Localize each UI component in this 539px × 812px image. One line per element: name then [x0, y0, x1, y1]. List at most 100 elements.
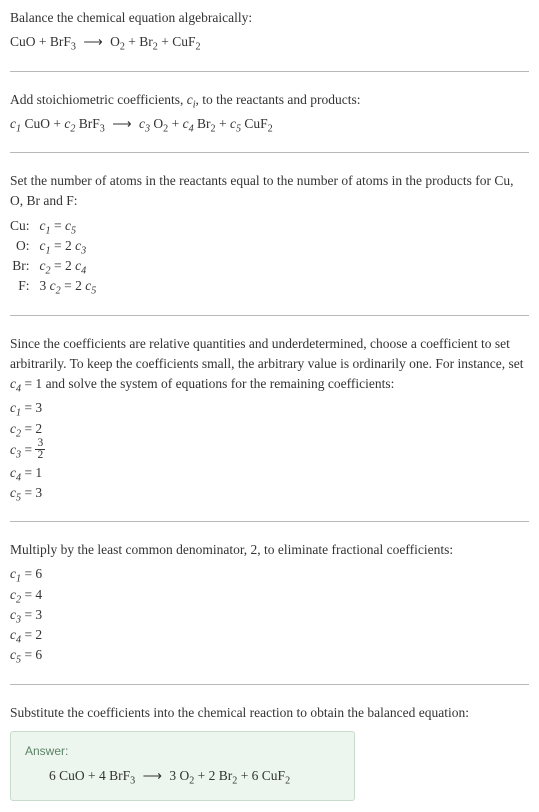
eq: = 2 [51, 238, 76, 253]
divider [10, 684, 529, 685]
step5-text: Multiply by the least common denominator… [10, 540, 529, 560]
cval: = [21, 442, 35, 457]
eq-r1: O [110, 34, 120, 49]
coeff-row: c2 = 4 [10, 585, 529, 605]
step2-text-b: , to the reactants and products: [196, 92, 361, 107]
plus: + [128, 34, 139, 49]
atom-label: O: [10, 236, 40, 256]
coeff-row: c4 = 2 [10, 625, 529, 645]
eq-r1-sub: 2 [120, 42, 125, 53]
ans-a: 6 CuO + 4 BrF [49, 768, 130, 783]
arrow-icon: ⟶ [139, 768, 166, 783]
step-multiply-lcd: Multiply by the least common denominator… [10, 540, 529, 684]
rhs-sub: 4 [81, 266, 86, 277]
atom-row-f: F: 3 c2 = 2 c5 [10, 276, 96, 296]
divider [10, 315, 529, 316]
cval: = 2 [21, 421, 42, 436]
step1-equation: CuO + BrF3 ⟶ O2 + Br2 + CuF2 [10, 32, 529, 52]
step2-text: Add stoichiometric coefficients, ci, to … [10, 90, 529, 110]
arrow-icon: ⟶ [108, 116, 135, 131]
step4-text-b: and solve the system of equations for th… [42, 376, 394, 391]
cval: = 1 [21, 465, 42, 480]
cval: = 3 [21, 400, 42, 415]
coeff-row: c5 = 3 [10, 483, 529, 503]
arrow-icon: ⟶ [79, 34, 106, 49]
eq-r3-sub: 2 [195, 42, 200, 53]
divider [10, 152, 529, 153]
sp4: Br [194, 116, 211, 131]
atom-row-br: Br: c2 = 2 c4 [10, 256, 96, 276]
step1-text: Balance the chemical equation algebraica… [10, 8, 529, 28]
ans-c: + 2 Br [194, 768, 232, 783]
atom-label: Cu: [10, 216, 40, 236]
sp2: BrF [75, 116, 99, 131]
plus: + [161, 34, 172, 49]
atom-eq: 3 c2 = 2 c5 [40, 276, 97, 296]
step-solve-system: Since the coefficients are relative quan… [10, 334, 529, 522]
step-substitute: Substitute the coefficients into the che… [10, 703, 529, 731]
rhs-sub: 5 [91, 286, 96, 297]
atom-eq: c1 = c5 [40, 216, 97, 236]
eq-lhs-sub: 3 [71, 42, 76, 53]
eq: = 2 [61, 278, 86, 293]
pre: 3 [40, 278, 50, 293]
coeff-list-final: c1 = 6 c2 = 4 c3 = 3 c4 = 2 c5 = 6 [10, 564, 529, 665]
divider [10, 521, 529, 522]
eq-lhs: CuO + BrF [10, 34, 71, 49]
step2-text-a: Add stoichiometric coefficients, [10, 92, 187, 107]
atom-table: Cu: c1 = c5 O: c1 = 2 c3 Br: c2 = 2 c4 F… [10, 216, 96, 297]
plus: + [219, 116, 230, 131]
atom-eq: c1 = 2 c3 [40, 236, 97, 256]
step4-text: Since the coefficients are relative quan… [10, 334, 529, 395]
atom-eq: c2 = 2 c4 [40, 256, 97, 276]
eq-r3: CuF [172, 34, 195, 49]
ans-d: + 6 CuF [237, 768, 285, 783]
frac-den: 2 [35, 450, 45, 461]
step-balance-intro: Balance the chemical equation algebraica… [10, 8, 529, 71]
sp5: CuF [241, 116, 268, 131]
step-add-coefficients: Add stoichiometric coefficients, ci, to … [10, 90, 529, 153]
fraction: 32 [35, 438, 45, 462]
coeff-list-initial: c1 = 3 c2 = 2 c3 = 32 c4 = 1 c5 = 3 [10, 398, 529, 503]
sp4sub: 2 [211, 123, 216, 134]
cval: = 2 [21, 627, 42, 642]
ans-b: 3 O [169, 768, 189, 783]
coeff-row: c4 = 1 [10, 463, 529, 483]
cval: = 3 [21, 607, 42, 622]
cval: = 6 [21, 566, 42, 581]
coeff-row: c1 = 6 [10, 564, 529, 584]
coeff-row: c2 = 2 [10, 419, 529, 439]
cval: = 6 [21, 647, 42, 662]
sp3: O [150, 116, 163, 131]
step3-text: Set the number of atoms in the reactants… [10, 171, 529, 212]
rhs-sub: 3 [81, 245, 86, 256]
set-val: = 1 [21, 376, 42, 391]
eq-r2-sub: 2 [153, 42, 158, 53]
step4-text-a: Since the coefficients are relative quan… [10, 336, 524, 371]
cval: = 3 [21, 485, 42, 500]
eq: = 2 [51, 258, 76, 273]
atom-row-cu: Cu: c1 = c5 [10, 216, 96, 236]
ans-d-sub: 2 [285, 776, 290, 787]
eq-r2: Br [139, 34, 153, 49]
answer-box: Answer: 6 CuO + 4 BrF3 ⟶ 3 O2 + 2 Br2 + … [10, 731, 355, 801]
rhs-sub: 5 [71, 225, 76, 236]
plus: + [172, 116, 183, 131]
atom-label: Br: [10, 256, 40, 276]
coeff-row: c3 = 32 [10, 439, 529, 463]
sp2sub: 3 [100, 123, 105, 134]
atom-row-o: O: c1 = 2 c3 [10, 236, 96, 256]
sp3sub: 2 [163, 123, 168, 134]
atom-label: F: [10, 276, 40, 296]
divider [10, 71, 529, 72]
cval: = 4 [21, 587, 42, 602]
step-atom-balance: Set the number of atoms in the reactants… [10, 171, 529, 315]
step6-text: Substitute the coefficients into the che… [10, 703, 529, 723]
step2-equation: c1 CuO + c2 BrF3 ⟶ c3 O2 + c4 Br2 + c5 C… [10, 114, 529, 134]
sp1: CuO + [21, 116, 64, 131]
answer-equation: 6 CuO + 4 BrF3 ⟶ 3 O2 + 2 Br2 + 6 CuF2 [25, 766, 340, 786]
coeff-row: c5 = 6 [10, 645, 529, 665]
ans-a-sub: 3 [130, 776, 135, 787]
coeff-row: c1 = 3 [10, 398, 529, 418]
coeff-row: c3 = 3 [10, 605, 529, 625]
